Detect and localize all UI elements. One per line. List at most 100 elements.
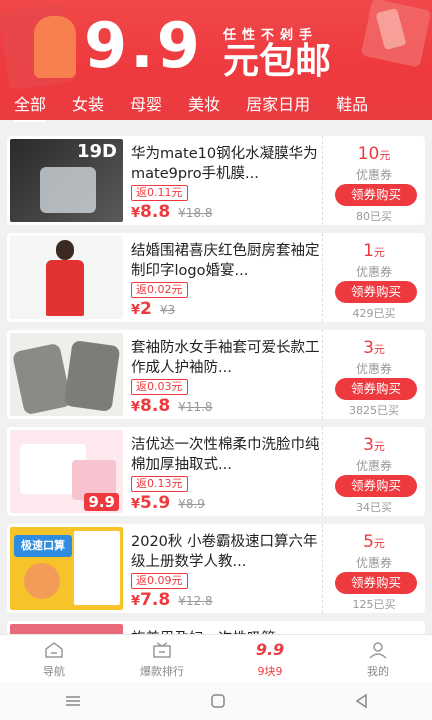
original-price: 8.9 bbox=[185, 497, 205, 511]
price-row: ¥7.8 ¥12.8 bbox=[131, 590, 213, 610]
nav-label: 我的 bbox=[367, 665, 389, 678]
ranking-icon bbox=[153, 642, 171, 658]
home-icon bbox=[45, 642, 63, 658]
sold-count: 3825已买 bbox=[349, 404, 399, 417]
sold-count: 80已买 bbox=[356, 210, 392, 223]
product-card[interactable]: 套袖防水女手袖套可爱长款工作成人护袖防... 返0.03元 ¥8.8 ¥11.8 … bbox=[7, 330, 425, 419]
nav-label: 9块9 bbox=[257, 665, 283, 678]
category-tabs: 全部 女装 母婴 美妆 居家日用 鞋品 bbox=[0, 92, 432, 122]
tab-beauty[interactable]: 美妆 bbox=[188, 92, 220, 122]
sold-count: 429已买 bbox=[352, 307, 396, 320]
product-title: 2020秋 小卷霸极速口算六年级上册数学人教... bbox=[131, 534, 318, 570]
product-title: 洁优达一次性棉柔巾洗脸巾纯棉加厚抽取式... bbox=[131, 437, 320, 473]
coupon-unit: 元 bbox=[373, 343, 385, 356]
coupon-amount-row: 5元 bbox=[323, 532, 425, 552]
currency-symbol: ¥ bbox=[131, 497, 141, 512]
coupon-label: 优惠券 bbox=[355, 459, 392, 473]
currency-symbol: ¥ bbox=[131, 303, 141, 318]
product-thumbnail bbox=[10, 333, 123, 416]
thumb-badge: 9.9 bbox=[84, 493, 119, 511]
rebate-badge: 返0.09元 bbox=[131, 573, 188, 589]
price-row: ¥5.9 ¥8.9 bbox=[131, 493, 205, 513]
product-card[interactable]: 9.9 洁优达一次性棉柔巾洗脸巾纯棉加厚抽取式... 返0.13元 ¥5.9 ¥8… bbox=[7, 427, 425, 516]
coupon-panel: 5元 优惠券 领券购买 125已买 bbox=[322, 524, 425, 613]
rebate-badge: 返0.13元 bbox=[131, 476, 188, 492]
currency-symbol: ¥ bbox=[178, 497, 186, 511]
menu-icon[interactable] bbox=[64, 694, 82, 708]
back-icon[interactable] bbox=[354, 693, 368, 709]
get-coupon-button[interactable]: 领券购买 bbox=[335, 378, 417, 400]
coupon-amount: 1 bbox=[363, 241, 374, 261]
product-thumbnail: 极速口算 bbox=[10, 527, 123, 610]
sleeve-image bbox=[63, 339, 121, 413]
rebate-badge: 返0.02元 bbox=[131, 282, 188, 298]
book-image bbox=[74, 531, 120, 605]
tab-women[interactable]: 女装 bbox=[72, 92, 104, 122]
user-icon bbox=[369, 642, 387, 659]
product-price: 2 bbox=[140, 299, 152, 319]
nav-profile[interactable]: 我的 bbox=[324, 635, 432, 682]
original-price-with-symbol: ¥12.8 bbox=[178, 594, 212, 608]
coupon-label: 优惠券 bbox=[355, 168, 392, 182]
coupon-unit: 元 bbox=[373, 440, 385, 453]
tab-shoes[interactable]: 鞋品 bbox=[336, 92, 368, 122]
currency-symbol: ¥ bbox=[159, 303, 168, 317]
tab-all[interactable]: 全部 bbox=[14, 92, 47, 122]
product-card[interactable]: 19D 华为mate10钢化水凝膜华为mate9pro手机膜... 返0.11元… bbox=[7, 136, 425, 225]
original-price: 11.8 bbox=[185, 400, 213, 414]
get-coupon-button[interactable]: 领券购买 bbox=[335, 184, 417, 206]
product-card[interactable]: 结婚围裙喜庆红色厨房套袖定制印字logo婚宴... 返0.02元 ¥2 ¥3 1元… bbox=[7, 233, 425, 322]
rebate-badge: 返0.11元 bbox=[131, 185, 188, 201]
cartoon-image bbox=[24, 563, 60, 599]
product-title: 结婚围裙喜庆红色厨房套袖定制印字logo婚宴... bbox=[131, 243, 320, 279]
get-coupon-button[interactable]: 领券购买 bbox=[335, 281, 417, 303]
coupon-label: 优惠券 bbox=[355, 362, 392, 376]
original-price-with-symbol: ¥8.9 bbox=[178, 497, 205, 511]
coupon-unit: 元 bbox=[379, 149, 391, 162]
coupon-amount: 3 bbox=[363, 435, 374, 455]
sold-count: 125已买 bbox=[352, 598, 396, 611]
price-row: ¥8.8 ¥18.8 bbox=[131, 202, 213, 222]
product-title: 套袖防水女手袖套可爱长款工作成人护袖防... bbox=[131, 340, 320, 376]
product-title: 华为mate10钢化水凝膜华为mate9pro手机膜... bbox=[131, 146, 318, 182]
phone-image bbox=[40, 167, 96, 213]
tab-baby[interactable]: 母婴 bbox=[130, 92, 162, 122]
apron-image bbox=[46, 260, 84, 316]
coupon-unit: 元 bbox=[373, 537, 385, 550]
currency-symbol: ¥ bbox=[178, 400, 186, 414]
coupon-amount-row: 3元 bbox=[323, 435, 425, 455]
tab-home[interactable]: 居家日用 bbox=[246, 92, 310, 122]
product-price: 8.8 bbox=[140, 396, 171, 416]
currency-symbol: ¥ bbox=[178, 206, 186, 220]
original-price: 3 bbox=[167, 303, 176, 317]
get-coupon-button[interactable]: 领券购买 bbox=[335, 572, 417, 594]
nav-home[interactable]: 导航 bbox=[0, 635, 108, 682]
nav-label: 爆款排行 bbox=[140, 665, 184, 678]
get-coupon-button[interactable]: 领券购买 bbox=[335, 475, 417, 497]
currency-symbol: ¥ bbox=[178, 594, 186, 608]
home-square-icon[interactable] bbox=[210, 693, 226, 709]
coupon-label: 优惠券 bbox=[355, 265, 392, 279]
sleeve-image bbox=[11, 342, 73, 416]
original-price: 12.8 bbox=[185, 594, 213, 608]
thumb-badge: 极速口算 bbox=[14, 535, 72, 557]
currency-symbol: ¥ bbox=[131, 594, 141, 609]
model-head bbox=[56, 240, 74, 260]
product-thumbnail: 9.9 bbox=[10, 430, 123, 513]
original-price-with-symbol: ¥18.8 bbox=[178, 206, 212, 220]
thumb-badge: 19D bbox=[77, 141, 117, 162]
coupon-amount: 10 bbox=[357, 144, 380, 164]
product-card[interactable]: 极速口算 2020秋 小卷霸极速口算六年级上册数学人教... 返0.09元 ¥7… bbox=[7, 524, 425, 613]
nav-nine-nine[interactable]: 9.9 9块9 bbox=[216, 635, 324, 682]
coupon-amount-row: 1元 bbox=[323, 241, 425, 261]
nav-ranking[interactable]: 爆款排行 bbox=[108, 635, 216, 682]
original-price: 18.8 bbox=[185, 206, 213, 220]
nine-nine-icon: 9.9 bbox=[255, 640, 285, 659]
product-thumbnail bbox=[10, 236, 123, 319]
coupon-label: 优惠券 bbox=[355, 556, 392, 570]
coupon-amount-row: 10元 bbox=[323, 144, 425, 164]
original-price-with-symbol: ¥11.8 bbox=[178, 400, 212, 414]
coupon-panel: 1元 优惠券 领券购买 429已买 bbox=[322, 233, 425, 322]
coupon-amount: 3 bbox=[363, 338, 374, 358]
banner-decoration bbox=[34, 16, 76, 78]
